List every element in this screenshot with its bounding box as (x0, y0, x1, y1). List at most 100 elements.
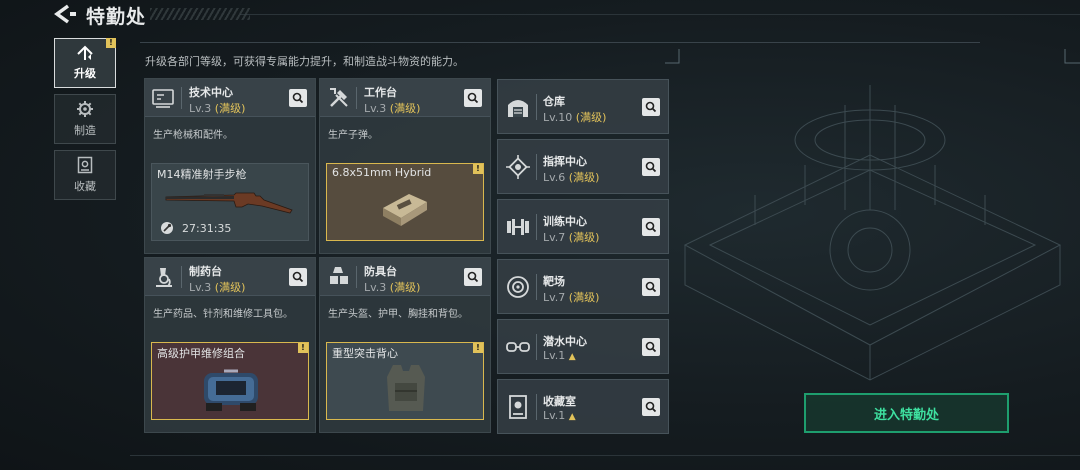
facility-diving-center[interactable]: 潜水中心 Lv.1 ▲ (497, 319, 669, 374)
max-level-tag: (满级) (568, 231, 600, 244)
facility-name: 技术中心 (189, 86, 233, 99)
level-value: Lv.7 (543, 291, 566, 304)
search-icon (645, 161, 657, 173)
search-button[interactable] (642, 218, 660, 236)
tab-label: 制造 (74, 124, 96, 137)
production-slot[interactable]: 6.8x51mm Hybrid ! (326, 163, 484, 241)
facility-training-center[interactable]: 训练中心 Lv.7 (满级) (497, 199, 669, 254)
level-value: Lv.3 (364, 102, 387, 115)
facility-name: 制药台 (189, 265, 222, 278)
facility-level: Lv.1 ▲ (543, 349, 576, 362)
enter-special-ops-button[interactable]: 进入特勤处 (804, 393, 1009, 433)
title-decoration (150, 8, 250, 20)
search-button[interactable] (464, 268, 482, 286)
facility-level: Lv.3 (满级) (189, 279, 245, 295)
collection-room-icon (509, 395, 527, 419)
production-slot[interactable]: 重型突击背心 ! (326, 342, 484, 420)
tab-manufacture[interactable]: 制造 (54, 94, 116, 144)
level-value: Lv.10 (543, 111, 573, 124)
facility-level: Lv.7 (满级) (543, 289, 599, 305)
tab-label: 收藏 (74, 180, 96, 193)
facility-level: Lv.10 (满级) (543, 109, 606, 125)
diving-goggles-icon (506, 342, 530, 352)
facility-name: 训练中心 (543, 215, 587, 228)
upgrade-available-icon: ▲ (568, 412, 576, 422)
card-header: 工作台 Lv.3 (满级) (320, 79, 490, 117)
facility-description: 生产头盔、护甲、胸挂和背包。 (328, 309, 468, 320)
search-button[interactable] (289, 89, 307, 107)
facility-name: 仓库 (543, 95, 565, 108)
search-button[interactable] (642, 398, 660, 416)
card-pharmacy[interactable]: 制药台 Lv.3 (满级) 生产药品、针剂和维修工具包。 高级护甲维修组合 ! (144, 257, 316, 433)
search-button[interactable] (642, 158, 660, 176)
search-button[interactable] (642, 338, 660, 356)
tab-label: 升级 (74, 67, 96, 80)
tab-upgrade[interactable]: ! 升级 (54, 38, 116, 88)
level-value: Lv.7 (543, 231, 566, 244)
divider (181, 266, 182, 288)
card-workbench[interactable]: 工作台 Lv.3 (满级) 生产子弹。 6.8x51mm Hybrid ! (319, 78, 491, 254)
divider (181, 87, 182, 109)
facility-level: Lv.3 (满级) (189, 100, 245, 116)
product-name: M14精准射手步枪 (157, 168, 247, 181)
rifle-image (165, 192, 293, 214)
divider (536, 94, 537, 120)
divider (536, 214, 537, 240)
armor-vest-image (387, 365, 425, 411)
search-icon (645, 341, 657, 353)
section-description: 升级各部门等级，可获得专属能力提升，和制造战斗物资的能力。 (145, 55, 464, 68)
repair-kit-image (204, 369, 258, 411)
top-divider (240, 14, 1080, 15)
search-icon (467, 271, 479, 283)
facility-collection-room[interactable]: 收藏室 Lv.1 ▲ (497, 379, 669, 434)
product-name: 6.8x51mm Hybrid (332, 166, 432, 179)
facility-level: Lv.3 (满级) (364, 100, 420, 116)
collection-icon (77, 156, 93, 174)
card-header: 技术中心 Lv.3 (满级) (145, 79, 315, 117)
search-icon (292, 92, 304, 104)
level-value: Lv.6 (543, 171, 566, 184)
search-icon (645, 281, 657, 293)
divider (536, 394, 537, 420)
tech-center-icon (152, 89, 174, 108)
wrench-timer-icon (161, 222, 173, 234)
facility-description: 生产子弹。 (328, 130, 378, 141)
level-value: Lv.1 (543, 349, 566, 362)
search-button[interactable] (642, 278, 660, 296)
tab-collection[interactable]: 收藏 (54, 150, 116, 200)
dumbbell-icon (507, 219, 529, 235)
facility-description: 生产枪械和配件。 (153, 130, 233, 141)
card-armor-bench[interactable]: 防具台 Lv.3 (满级) 生产头盔、护甲、胸挂和背包。 重型突击背心 ! (319, 257, 491, 433)
notice-badge: ! (298, 343, 308, 353)
divider (356, 266, 357, 288)
page-title: 特勤处 (86, 6, 147, 28)
facility-shooting-range[interactable]: 靶场 Lv.7 (满级) (497, 259, 669, 314)
facility-description: 生产药品、针剂和维修工具包。 (153, 309, 293, 320)
production-slot[interactable]: 高级护甲维修组合 ! (151, 342, 309, 420)
search-button[interactable] (464, 89, 482, 107)
notice-badge: ! (473, 343, 483, 353)
search-button[interactable] (642, 98, 660, 116)
facility-command-center[interactable]: 指挥中心 Lv.6 (满级) (497, 139, 669, 194)
upgrade-available-icon: ▲ (568, 352, 576, 362)
card-tech-center[interactable]: 技术中心 Lv.3 (满级) 生产枪械和配件。 M14精准射手步枪 27:31:… (144, 78, 316, 254)
facility-warehouse[interactable]: 仓库 Lv.10 (满级) (497, 79, 669, 134)
max-level-tag: (满级) (568, 171, 600, 184)
search-icon (292, 271, 304, 283)
production-slot[interactable]: M14精准射手步枪 27:31:35 (151, 163, 309, 241)
search-icon (645, 221, 657, 233)
level-value: Lv.3 (189, 281, 212, 294)
workbench-tools-icon (330, 88, 348, 107)
divider (536, 334, 537, 360)
notice-badge: ! (473, 164, 483, 174)
divider (536, 274, 537, 300)
search-icon (645, 101, 657, 113)
back-arrow-icon[interactable] (52, 3, 78, 25)
max-level-tag: (满级) (389, 102, 421, 115)
level-value: Lv.3 (189, 102, 212, 115)
upgrade-icon (77, 45, 93, 60)
warehouse-icon (508, 100, 528, 117)
target-icon (507, 276, 529, 298)
notice-badge: ! (106, 38, 116, 48)
search-button[interactable] (289, 268, 307, 286)
